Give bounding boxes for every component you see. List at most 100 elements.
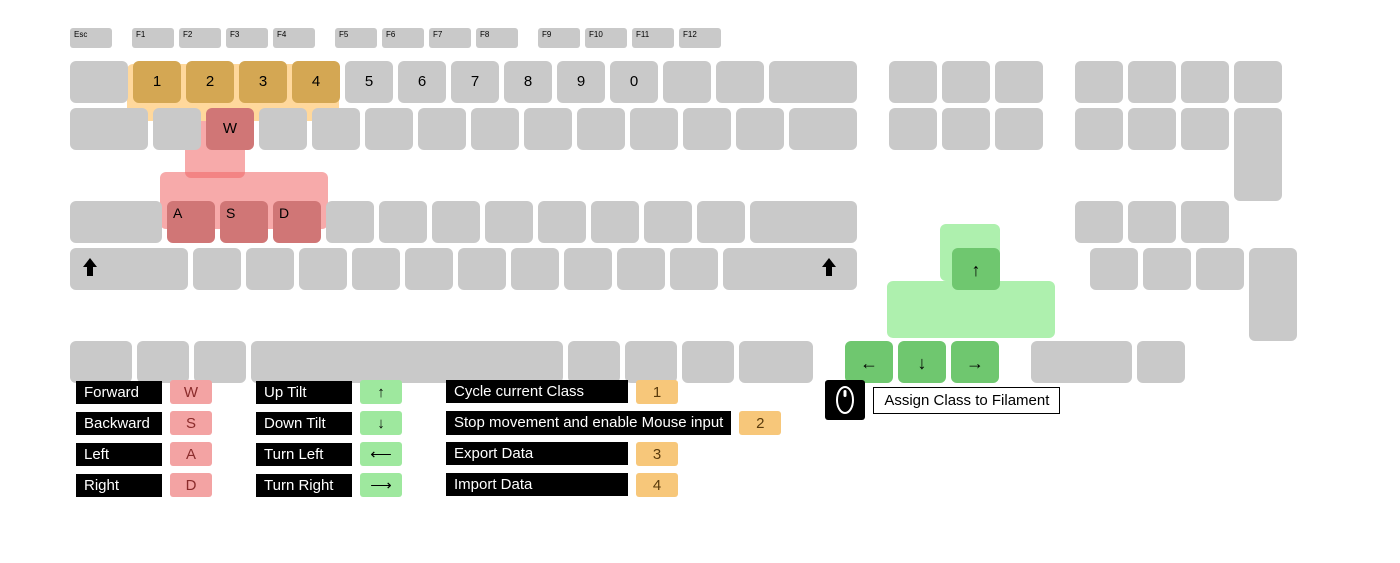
key-ins (889, 61, 937, 103)
key-semicolon (644, 201, 692, 243)
key-p (630, 108, 678, 150)
legend-backward: Backward S (76, 411, 212, 435)
key-h (432, 201, 480, 243)
key-9: 9 (557, 61, 605, 103)
key-rshift (723, 248, 857, 290)
legend-key-right: ⟶ (360, 473, 402, 497)
key-f6: F6 (382, 28, 424, 48)
key-backspace (769, 61, 857, 103)
legend-key-a: A (170, 442, 212, 466)
legend-import: Import Data 4 (446, 473, 781, 497)
key-num7 (1075, 108, 1123, 150)
legend-key-d: D (170, 473, 212, 497)
key-num2 (1143, 248, 1191, 290)
key-minus (663, 61, 711, 103)
key-f9: F9 (538, 28, 580, 48)
key-equals (716, 61, 764, 103)
key-1: 1 (133, 61, 181, 103)
key-comma (564, 248, 612, 290)
key-numlock (1075, 61, 1123, 103)
key-arrow-up: ↑ (952, 248, 1000, 290)
key-caps (70, 201, 162, 243)
key-numdiv (1128, 61, 1176, 103)
key-g (379, 201, 427, 243)
legend-label-import: Import Data (446, 473, 628, 496)
key-num8 (1128, 108, 1176, 150)
key-backtick (70, 61, 128, 103)
legend-col-mouse: Assign Class to Filament (825, 380, 1060, 497)
legend-label-forward: Forward (76, 381, 162, 404)
key-num0 (1031, 341, 1132, 383)
key-o (577, 108, 625, 150)
key-num9 (1181, 108, 1229, 150)
legend-col-tilt: Up Tilt ↑ Down Tilt ↓ Turn Left ⟵ Turn R… (256, 380, 402, 497)
legend-left: Left A (76, 442, 212, 466)
legend-export: Export Data 3 (446, 442, 781, 466)
key-6: 6 (398, 61, 446, 103)
key-num4 (1075, 201, 1123, 243)
key-backslash (789, 108, 857, 150)
key-arrow-left: ← (845, 341, 893, 383)
legend-label-backward: Backward (76, 412, 162, 435)
key-ralt (568, 341, 620, 383)
legend-turnleft: Turn Left ⟵ (256, 442, 402, 466)
key-arrow-down: ↓ (898, 341, 946, 383)
shift-up-icon (821, 258, 837, 281)
key-f5: F5 (335, 28, 377, 48)
legend-label-right: Right (76, 474, 162, 497)
key-quote (697, 201, 745, 243)
legend-key-2: 2 (739, 411, 781, 435)
legend-mouse: Assign Class to Filament (825, 380, 1060, 420)
legend-key-1: 1 (636, 380, 678, 404)
key-home (942, 61, 990, 103)
key-u (471, 108, 519, 150)
key-s: S (220, 201, 268, 243)
key-numsub (1234, 61, 1282, 103)
key-rwin (625, 341, 677, 383)
key-f3: F3 (226, 28, 268, 48)
key-3: 3 (239, 61, 287, 103)
key-5: 5 (345, 61, 393, 103)
key-f2: F2 (179, 28, 221, 48)
key-f12: F12 (679, 28, 721, 48)
row-function: Esc F1 F2 F3 F4 F5 F6 F7 F8 F9 F10 F11 F… (70, 28, 1330, 48)
key-arrow-right: → (951, 341, 999, 383)
key-pgup (995, 61, 1043, 103)
legend-stop: Stop movement and enable Mouse input 2 (446, 411, 781, 435)
key-end (942, 108, 990, 150)
legend-col-movement: Forward W Backward S Left A Right D (76, 380, 212, 497)
key-lalt (194, 341, 246, 383)
legend-label-export: Export Data (446, 442, 628, 465)
key-lshift (70, 248, 188, 290)
key-r (312, 108, 360, 150)
key-num6 (1181, 201, 1229, 243)
key-2: 2 (186, 61, 234, 103)
key-n (458, 248, 506, 290)
legend-label-stop: Stop movement and enable Mouse input (446, 411, 731, 435)
legend-col-actions: Cycle current Class 1 Stop movement and … (446, 380, 781, 497)
key-f4: F4 (273, 28, 315, 48)
legend-key-up: ↑ (360, 380, 402, 404)
key-lbracket (683, 108, 731, 150)
legend-key-down: ↓ (360, 411, 402, 435)
key-num5 (1128, 201, 1176, 243)
legend-key-w: W (170, 380, 212, 404)
key-num1 (1090, 248, 1138, 290)
legend-right: Right D (76, 473, 212, 497)
legend-label-cycle: Cycle current Class (446, 380, 628, 403)
legend-downtilt: Down Tilt ↓ (256, 411, 402, 435)
key-menu (682, 341, 734, 383)
legend-cycle: Cycle current Class 1 (446, 380, 781, 404)
legend-label-downtilt: Down Tilt (256, 412, 352, 435)
key-a: A (167, 201, 215, 243)
row-bottom: ← ↓ → (70, 341, 1330, 383)
key-enter (750, 201, 857, 243)
key-w: W (206, 108, 254, 150)
key-lctrl (70, 341, 132, 383)
key-4: 4 (292, 61, 340, 103)
legend-label-uptilt: Up Tilt (256, 381, 352, 404)
key-f (326, 201, 374, 243)
legend-key-4: 4 (636, 473, 678, 497)
legend-key-left: ⟵ (360, 442, 402, 466)
key-c (299, 248, 347, 290)
